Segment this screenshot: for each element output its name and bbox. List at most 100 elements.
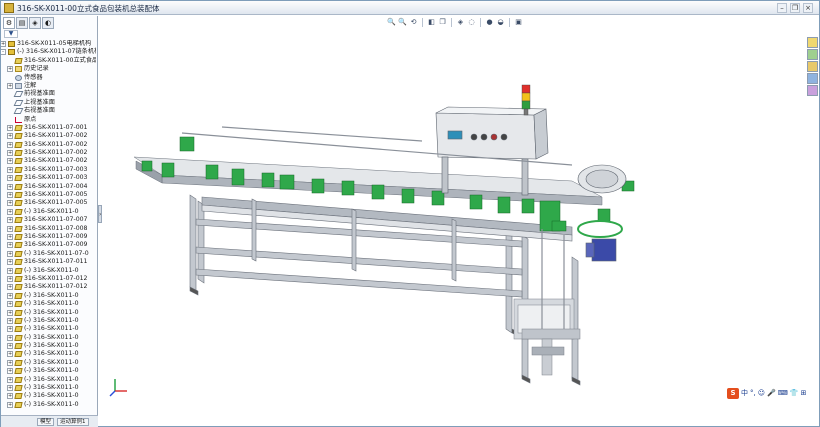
tree-item[interactable]: + (-) 316-SK-X011-0	[1, 392, 96, 400]
edit-appearance-icon[interactable]: ●	[485, 18, 494, 27]
tree-item[interactable]: 传感器	[1, 74, 96, 82]
graphics-viewport[interactable]	[102, 29, 806, 425]
expand-toggle-icon[interactable]: +	[7, 233, 13, 240]
tree-item[interactable]: + (-) 316-SK-X011-0	[1, 350, 96, 358]
tree-item[interactable]: + (-) 316-SK-X011-0	[1, 342, 96, 350]
tree-item[interactable]: +316-SK-X011-07-002	[1, 149, 96, 157]
tree-item[interactable]: +316-SK-X011-07-001	[1, 124, 96, 132]
view-settings-icon[interactable]: ▣	[514, 18, 523, 27]
expand-toggle-icon[interactable]: +	[7, 326, 13, 333]
resources-icon[interactable]	[807, 37, 818, 48]
view-orientation-icon[interactable]: ❒	[438, 18, 447, 27]
expand-toggle-icon[interactable]: +	[7, 250, 13, 257]
tree-item[interactable]: + (-) 316-SK-X011-0	[1, 384, 96, 392]
tree-item[interactable]: +316-SK-X011-07-009	[1, 233, 96, 241]
expand-toggle-icon[interactable]: +	[7, 267, 13, 274]
tree-item[interactable]: 前视基准面	[1, 90, 96, 98]
tree-item[interactable]: + 历史记录	[1, 65, 96, 73]
hide-show-icon[interactable]: ◌	[467, 18, 476, 27]
appearances-icon[interactable]	[807, 85, 818, 96]
minimize-button[interactable]: –	[777, 3, 787, 13]
expand-toggle-icon[interactable]: +	[7, 292, 13, 299]
expand-toggle-icon[interactable]: +	[7, 82, 13, 89]
expand-toggle-icon[interactable]: +	[7, 334, 13, 341]
motion-study-tab[interactable]: 运动算例1	[57, 418, 89, 426]
expand-toggle-icon[interactable]: +	[7, 217, 13, 224]
expand-toggle-icon[interactable]: +	[7, 150, 13, 157]
expand-toggle-icon[interactable]: +	[7, 175, 13, 182]
view-palette-icon[interactable]	[807, 73, 818, 84]
tree-item[interactable]: 316-SK-X011-00立式食品	[1, 57, 96, 65]
ime-emoji-icon[interactable]: ☺	[758, 388, 765, 399]
section-view-icon[interactable]: ◧	[427, 18, 436, 27]
tree-item[interactable]: +316-SK-X011-07-005	[1, 199, 96, 207]
expand-toggle-icon[interactable]: +	[7, 225, 13, 232]
ime-skin-icon[interactable]: 👕	[790, 388, 799, 399]
tree-item[interactable]: + (-) 316-SK-X011-0	[1, 401, 96, 409]
tree-item[interactable]: +316-SK-X011-07-012	[1, 275, 96, 283]
previous-view-icon[interactable]: ⟲	[409, 18, 418, 27]
expand-toggle-icon[interactable]: +	[7, 385, 13, 392]
tree-item[interactable]: 原点	[1, 116, 96, 124]
tree-item[interactable]: +316-SK-X011-07-004	[1, 183, 96, 191]
display-manager-tab[interactable]: ◐	[42, 17, 54, 29]
tree-item[interactable]: + (-) 316-SK-X011-0	[1, 292, 96, 300]
expand-toggle-icon[interactable]: +	[7, 183, 13, 190]
tree-item[interactable]: - (-) 316-SK-X011-07链条机构	[1, 48, 96, 56]
expand-toggle-icon[interactable]: +	[7, 376, 13, 383]
expand-toggle-icon[interactable]: +	[7, 317, 13, 324]
expand-toggle-icon[interactable]: +	[7, 166, 13, 173]
expand-toggle-icon[interactable]: +	[7, 275, 13, 282]
expand-toggle-icon[interactable]: +	[7, 351, 13, 358]
tree-item[interactable]: + (-) 316-SK-X011-0	[1, 359, 96, 367]
tree-item[interactable]: +316-SK-X011-07-002	[1, 141, 96, 149]
expand-toggle-icon[interactable]: +	[7, 133, 13, 140]
tree-item[interactable]: + (-) 316-SK-X011-0	[1, 267, 96, 275]
expand-toggle-icon[interactable]: +	[7, 200, 13, 207]
tree-item[interactable]: +316-SK-X011-07-011	[1, 258, 96, 266]
expand-toggle-icon[interactable]: +	[7, 309, 13, 316]
tree-item[interactable]: + (-) 316-SK-X011-0	[1, 325, 96, 333]
tree-item[interactable]: + (-) 316-SK-X011-0	[1, 208, 96, 216]
tree-item[interactable]: +316-SK-X011-07-002	[1, 132, 96, 140]
tree-item[interactable]: 上视基准面	[1, 99, 96, 107]
expand-toggle-icon[interactable]: +	[7, 66, 13, 73]
display-style-icon[interactable]: ◈	[456, 18, 465, 27]
expand-toggle-icon[interactable]: +	[7, 343, 13, 350]
property-manager-tab[interactable]: ▤	[16, 17, 28, 29]
expand-toggle-icon[interactable]: +	[7, 208, 13, 215]
ime-mode[interactable]: 中	[741, 388, 748, 399]
ime-voice-icon[interactable]: 🎤	[767, 388, 776, 399]
configuration-manager-tab[interactable]: ◈	[29, 17, 41, 29]
tree-item[interactable]: + (-) 316-SK-X011-0	[1, 300, 96, 308]
expand-toggle-icon[interactable]: +	[1, 41, 6, 47]
model-tab[interactable]: 模型	[37, 418, 55, 426]
expand-toggle-icon[interactable]: -	[1, 49, 6, 56]
tree-item[interactable]: +316-SK-X011-07-009	[1, 241, 96, 249]
filter-icon[interactable]: ▼	[4, 30, 18, 38]
tree-item[interactable]: + (-) 316-SK-X011-0	[1, 317, 96, 325]
expand-toggle-icon[interactable]: +	[7, 301, 13, 308]
expand-toggle-icon[interactable]: +	[7, 284, 13, 291]
expand-toggle-icon[interactable]: +	[7, 259, 13, 266]
ime-punctuation[interactable]: °,	[750, 388, 756, 399]
tree-item[interactable]: 右视基准面	[1, 107, 96, 115]
tree-item[interactable]: +316-SK-X011-07-007	[1, 216, 96, 224]
expand-toggle-icon[interactable]: +	[7, 192, 13, 199]
tree-item[interactable]: + (-) 316-SK-X011-0	[1, 309, 96, 317]
tree-item[interactable]: +316-SK-X011-07-012	[1, 283, 96, 291]
tree-item[interactable]: + (-) 316-SK-X011-0	[1, 334, 96, 342]
design-library-icon[interactable]	[807, 49, 818, 60]
expand-toggle-icon[interactable]: +	[7, 158, 13, 165]
expand-toggle-icon[interactable]: +	[7, 368, 13, 375]
ime-keyboard-icon[interactable]: ⌨	[778, 388, 788, 399]
restore-button[interactable]: ❐	[790, 3, 800, 13]
close-button[interactable]: ×	[803, 3, 813, 13]
tree-item[interactable]: + (-) 316-SK-X011-0	[1, 376, 96, 384]
file-explorer-icon[interactable]	[807, 61, 818, 72]
zoom-fit-icon[interactable]: 🔍	[387, 18, 396, 27]
expand-toggle-icon[interactable]: +	[7, 401, 13, 408]
expand-toggle-icon[interactable]: +	[7, 359, 13, 366]
tree-item[interactable]: +316-SK-X011-07-005	[1, 191, 96, 199]
tree-item[interactable]: +316-SK-X011-07-003	[1, 174, 96, 182]
